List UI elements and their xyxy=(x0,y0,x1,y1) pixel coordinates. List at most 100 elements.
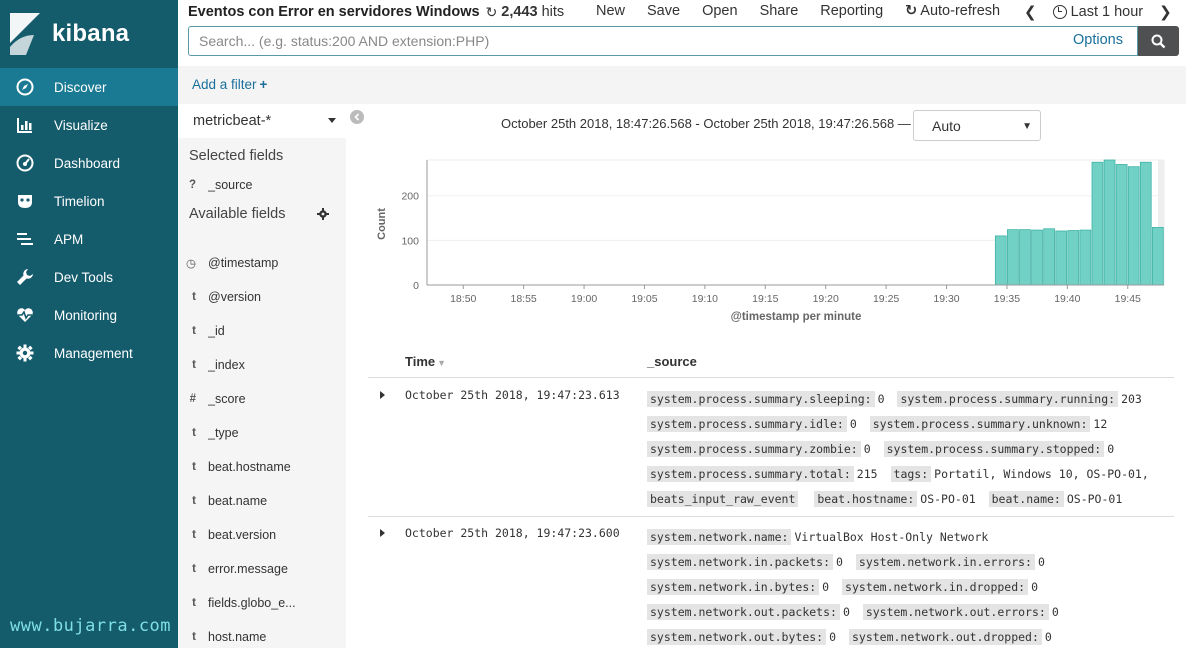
timelion-mask-icon xyxy=(15,191,35,211)
chevron-left-icon xyxy=(354,113,360,121)
search-button[interactable] xyxy=(1138,26,1179,56)
add-filter-button[interactable]: Add a filter + xyxy=(192,77,267,92)
reporting-button[interactable]: Reporting xyxy=(820,3,883,19)
hits-count: 2,443 xyxy=(501,4,538,20)
field-type-icon: t xyxy=(192,529,196,541)
time-column-label: Time xyxy=(405,354,436,369)
nav-item-apm[interactable]: APM xyxy=(0,220,178,258)
caret-down-icon: ▼ xyxy=(1022,121,1032,132)
add-filter-label: Add a filter xyxy=(192,77,257,92)
field-type-icon: ? xyxy=(188,179,196,191)
field-item[interactable]: t beat.name xyxy=(178,490,346,512)
histogram-bar xyxy=(1019,229,1031,286)
share-button[interactable]: Share xyxy=(760,3,799,19)
field-item[interactable]: t host.name xyxy=(178,626,346,648)
save-button[interactable]: Save xyxy=(647,3,680,19)
field-type-icon: t xyxy=(192,563,196,575)
histogram-bar xyxy=(1139,161,1152,286)
x-tick-label: 19:40 xyxy=(1054,293,1080,305)
source-field-value: 0 xyxy=(849,417,857,431)
expand-row-icon[interactable] xyxy=(380,391,385,399)
field-item[interactable]: ? _source xyxy=(178,174,346,196)
gear-icon xyxy=(15,343,35,363)
time-column-header[interactable]: Time ▼ xyxy=(405,354,446,369)
nav-item-dev-tools[interactable]: Dev Tools xyxy=(0,258,178,296)
source-field-key: system.network.name: xyxy=(647,529,792,545)
nav-item-management[interactable]: Management xyxy=(0,334,178,372)
field-item[interactable]: ◷ @timestamp xyxy=(178,252,346,274)
top-bar: Eventos con Error en servidores Windows … xyxy=(178,0,1186,24)
table-row: October 25th 2018, 19:47:23.600 system.n… xyxy=(368,517,1174,648)
field-name: fields.globo_e... xyxy=(208,596,296,610)
histogram-bar xyxy=(1067,230,1080,286)
field-name: _score xyxy=(208,392,246,406)
source-field: system.network.in.packets: 0 xyxy=(647,554,849,570)
collapse-sidebar-button[interactable] xyxy=(350,110,364,124)
reload-icon[interactable]: ↻ xyxy=(486,4,498,21)
nav-item-timelion[interactable]: Timelion xyxy=(0,182,178,220)
index-pattern-select[interactable]: metricbeat-* xyxy=(178,104,346,138)
nav-item-visualize[interactable]: Visualize xyxy=(0,106,178,144)
source-field-value: 0 xyxy=(1044,630,1052,644)
time-picker-button[interactable]: Last 1 hour xyxy=(1071,4,1144,20)
histogram-bar xyxy=(994,235,1007,286)
field-item[interactable]: t fields.globo_e... xyxy=(178,592,346,614)
field-item[interactable]: t beat.hostname xyxy=(178,456,346,478)
chevron-right-icon[interactable]: ❯ xyxy=(1159,3,1172,21)
source-field-key: system.process.summary.zombie: xyxy=(647,441,861,457)
saved-search-title: Eventos con Error en servidores Windows xyxy=(188,4,480,20)
kibana-logo[interactable]: kibana xyxy=(0,0,178,68)
histogram-chart: 0 100 200 18:50 18:55 19:00 19:05 19:10 19:15 19:… xyxy=(376,159,1165,323)
source-field-value: OS-PO-01 xyxy=(920,492,976,506)
source-field-key: system.network.out.bytes: xyxy=(647,629,827,645)
field-name: _type xyxy=(208,426,239,440)
interval-select[interactable]: Auto ▼ xyxy=(913,110,1041,141)
source-field: system.network.out.bytes: 0 xyxy=(647,629,842,645)
field-type-icon: t xyxy=(192,427,196,439)
y-axis-label: Count xyxy=(376,208,388,240)
source-field-key: system.network.in.bytes: xyxy=(647,579,820,595)
field-type-icon: t xyxy=(192,325,196,337)
source-field-value: 0 xyxy=(822,580,830,594)
field-item[interactable]: t beat.version xyxy=(178,524,346,546)
source-field: system.process.summary.running: 203 xyxy=(897,391,1147,407)
field-name: _source xyxy=(208,178,253,192)
x-tick-label: 18:55 xyxy=(511,293,537,305)
field-name: beat.hostname xyxy=(208,460,291,474)
x-tick-label: 18:50 xyxy=(450,293,476,305)
x-tick-label: 19:10 xyxy=(692,293,718,305)
nav-label: Monitoring xyxy=(54,307,118,323)
field-item[interactable]: t _id xyxy=(178,320,346,342)
nav-item-discover[interactable]: Discover xyxy=(0,68,178,106)
field-item[interactable]: t _index xyxy=(178,354,346,376)
chevron-left-icon[interactable]: ❮ xyxy=(1024,3,1037,21)
caret-down-icon xyxy=(328,118,336,123)
open-button[interactable]: Open xyxy=(702,3,737,19)
field-item[interactable]: t @version xyxy=(178,286,346,308)
field-item[interactable]: # _score xyxy=(178,388,346,410)
index-pattern-value: metricbeat-* xyxy=(193,113,272,129)
field-item[interactable]: t error.message xyxy=(178,558,346,580)
field-item[interactable]: t _type xyxy=(178,422,346,444)
source-field-value: 0 xyxy=(842,605,850,619)
nav-item-dashboard[interactable]: Dashboard xyxy=(0,144,178,182)
field-name: _index xyxy=(208,358,245,372)
histogram-bar xyxy=(1031,229,1043,286)
gear-icon[interactable] xyxy=(317,208,329,220)
new-button[interactable]: New xyxy=(596,3,625,19)
clock-icon xyxy=(1052,5,1067,19)
auto-refresh-button[interactable]: ↻ Auto-refresh xyxy=(905,3,1022,19)
kibana-logo-icon xyxy=(10,13,40,55)
query-options-link[interactable]: Options xyxy=(1073,32,1123,48)
source-field-value: OS-PO-01 xyxy=(1066,492,1123,506)
source-field-key: system.process.summary.stopped: xyxy=(883,441,1105,457)
source-field-key: beats_input_raw_event xyxy=(647,491,799,507)
refresh-icon: ↻ xyxy=(905,3,918,19)
nav-item-monitoring[interactable]: Monitoring xyxy=(0,296,178,334)
source-field-value: Portatil, Windows 10, OS-PO-01, xyxy=(934,467,1149,481)
field-name: _id xyxy=(208,324,225,338)
nav-label: APM xyxy=(54,231,84,247)
expand-row-icon[interactable] xyxy=(380,529,385,537)
search-input[interactable] xyxy=(199,31,1059,51)
source-field-value: 0 xyxy=(1037,555,1045,569)
